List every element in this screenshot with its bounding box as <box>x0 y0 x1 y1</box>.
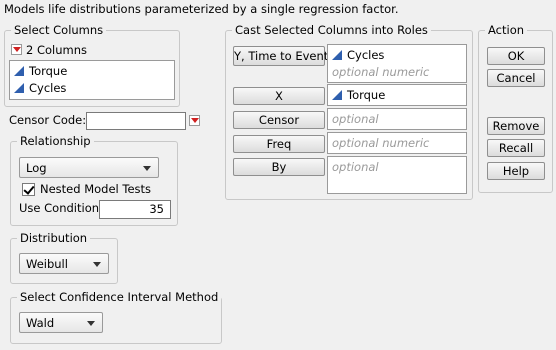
by-role-list[interactable]: optional <box>327 156 467 194</box>
dialog-description: Models life distributions parameterized … <box>4 2 399 16</box>
censor-button[interactable]: Censor <box>233 111 325 129</box>
continuous-icon <box>14 83 24 93</box>
select-columns-legend: Select Columns <box>11 23 107 37</box>
chevron-down-icon <box>93 262 101 267</box>
x-button[interactable]: X <box>233 87 325 105</box>
action-legend: Action <box>485 23 528 37</box>
ci-method-select[interactable]: Wald <box>19 312 103 333</box>
nested-model-tests-checkbox[interactable] <box>22 183 35 196</box>
distribution-select[interactable]: Weibull <box>19 253 109 274</box>
action-group: Action OK Cancel Remove Recall Help <box>478 23 553 193</box>
y-time-to-event-button[interactable]: Y, Time to Event <box>233 46 328 66</box>
censor-role-hint: optional <box>332 112 379 126</box>
select-columns-group: Select Columns 2 Columns Torque Cycles <box>4 23 180 107</box>
relationship-legend: Relationship <box>17 134 94 148</box>
relationship-select[interactable]: Log <box>19 157 159 178</box>
distribution-group: Distribution Weibull <box>10 231 118 284</box>
column-name: Torque <box>29 64 68 78</box>
relationship-value: Log <box>26 161 47 175</box>
x-role-list[interactable]: Torque <box>327 84 467 106</box>
censor-role-list[interactable]: optional <box>327 108 467 130</box>
freq-role-hint: optional numeric <box>332 136 430 150</box>
remove-button[interactable]: Remove <box>487 117 545 135</box>
cancel-button[interactable]: Cancel <box>487 69 545 87</box>
column-list[interactable]: Torque Cycles <box>9 60 175 100</box>
role-item-cycles[interactable]: Cycles <box>332 47 384 63</box>
cast-roles-legend: Cast Selected Columns into Roles <box>232 23 431 37</box>
freq-role-list[interactable]: optional numeric <box>327 132 467 154</box>
columns-count: 2 Columns <box>26 43 88 57</box>
continuous-icon <box>332 50 342 60</box>
use-condition-label: Use Condition <box>19 201 100 215</box>
recall-button[interactable]: Recall <box>487 139 545 157</box>
ci-method-legend: Select Confidence Interval Method <box>17 290 222 304</box>
freq-button[interactable]: Freq <box>233 135 325 153</box>
continuous-icon <box>14 66 24 76</box>
by-button[interactable]: By <box>233 158 325 176</box>
chevron-down-icon <box>143 166 151 171</box>
help-button[interactable]: Help <box>487 162 545 180</box>
chevron-down-icon <box>87 321 95 326</box>
role-item-name: Cycles <box>347 48 385 62</box>
column-item-cycles[interactable]: Cycles <box>14 80 66 96</box>
censor-code-label: Censor Code: <box>9 113 87 127</box>
cast-roles-group: Cast Selected Columns into Roles Y, Time… <box>225 23 473 200</box>
column-name: Cycles <box>29 81 67 95</box>
censor-code-field[interactable] <box>86 112 186 130</box>
continuous-icon <box>332 90 342 100</box>
columns-menu-icon[interactable] <box>11 44 22 55</box>
distribution-legend: Distribution <box>17 231 91 245</box>
ci-method-group: Select Confidence Interval Method Wald <box>10 290 222 344</box>
ci-method-value: Wald <box>26 316 55 330</box>
nested-model-tests-label: Nested Model Tests <box>40 182 152 196</box>
y-role-list[interactable]: Cycles optional numeric <box>327 44 467 83</box>
column-item-torque[interactable]: Torque <box>14 63 67 79</box>
y-role-hint: optional numeric <box>332 65 430 79</box>
by-role-hint: optional <box>332 160 379 174</box>
ok-button[interactable]: OK <box>487 47 545 65</box>
relationship-group: Relationship Log Nested Model Tests Use … <box>10 134 178 226</box>
use-condition-field[interactable]: 35 <box>99 200 171 219</box>
role-item-torque[interactable]: Torque <box>332 87 385 103</box>
role-item-name: Torque <box>347 88 386 102</box>
censor-code-menu-icon[interactable] <box>189 115 200 126</box>
distribution-value: Weibull <box>26 257 68 271</box>
